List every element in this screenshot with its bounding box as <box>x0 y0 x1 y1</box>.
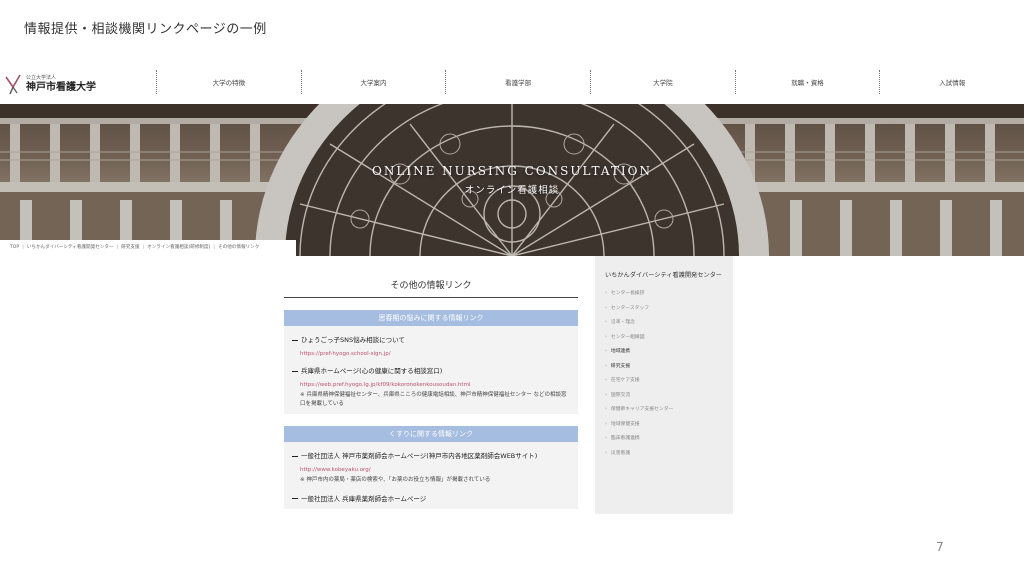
sidebar-item-label: 国際交流 <box>610 392 631 398</box>
hero-title: ONLINE NURSING CONSULTATION <box>372 164 652 178</box>
link-entry: 一般社団法人 神戸市薬剤師会ホームページ(神戸市内各地区薬剤師会WEBサイト) … <box>284 442 578 485</box>
chevron-right-icon: › <box>605 436 607 441</box>
sidebar-item-org-chart[interactable]: › センター組織図 <box>605 333 733 348</box>
hero-banner: ONLINE NURSING CONSULTATION オンライン看護相談 <box>0 104 1024 256</box>
entry-title-text: 兵庫県ホームページ(心の健康に関する相談窓口) <box>301 367 443 375</box>
entry-title: ひょうごっ子SNS悩み相談について <box>292 334 570 344</box>
section-medicine-links: くすりに関する情報リンク 一般社団法人 神戸市薬剤師会ホームページ(神戸市内各地… <box>284 426 578 509</box>
sidebar-item-label: センター長挨拶 <box>610 291 645 296</box>
chevron-right-icon: › <box>605 378 607 383</box>
sidebar-item-home-care-support[interactable]: › 在宅ケア支援 <box>605 376 733 391</box>
nav-item-nursing-faculty[interactable]: 看護学部 <box>445 70 590 94</box>
sidebar-list: › センター長挨拶 › センタースタッフ › 沿革・理念 › センター組織図 › 地域連携… <box>595 279 733 463</box>
chevron-right-icon: › <box>605 320 607 325</box>
logo-name-text: 神戸市看護大学 <box>26 81 96 93</box>
sidebar-item-community-health[interactable]: › 地域保健支援 <box>605 420 733 435</box>
sidebar-item-label: 保健師キャリア支援センター <box>610 407 674 412</box>
breadcrumb-online-consultation[interactable]: オンライン看護相談(研修制度) <box>147 245 210 250</box>
sidebar-item-history[interactable]: › 沿革・理念 <box>605 318 733 333</box>
sidebar-item-label: 研究支援 <box>610 363 631 369</box>
breadcrumb-top[interactable]: TOP <box>10 245 19 250</box>
breadcrumb-separator: | <box>142 245 145 250</box>
sidebar-item-label: 地域連携 <box>610 349 631 354</box>
nav-item-features[interactable]: 大学の特徴 <box>156 70 301 94</box>
nav-item-career[interactable]: 就職・資格 <box>734 70 880 94</box>
site-header: 公立大学法人 神戸市看護大学 大学の特徴 大学案内 看護学部 大学院 就職・資格… <box>0 62 1024 104</box>
breadcrumb: TOP | いちかんダイバーシティ看護開発センター | 研究支援 | オンライン看護相談(研… <box>0 240 296 256</box>
chevron-right-icon: › <box>605 392 607 398</box>
breadcrumb-separator: | <box>213 245 215 250</box>
page-number: 7 <box>936 540 944 554</box>
chevron-right-icon: › <box>605 305 607 311</box>
section-header: くすりに関する情報リンク <box>284 426 578 443</box>
breadcrumb-center[interactable]: いちかんダイバーシティ看護開発センター <box>27 245 114 250</box>
sidebar-item-disaster-nursing[interactable]: › 災害看護 <box>605 449 733 464</box>
dash-icon <box>292 370 298 372</box>
sidebar-item-clinical-nursing[interactable]: › 臨床看護連携 <box>605 434 733 449</box>
sidebar-item-label: 在宅ケア支援 <box>610 378 640 383</box>
nav-item-admissions[interactable]: 入試情報 <box>879 70 1024 94</box>
link-entry: ひょうごっ子SNS悩み相談について https://pref-hyogo.sch… <box>284 326 578 357</box>
sidebar-item-international[interactable]: › 国際交流 <box>605 391 733 406</box>
link-entry: 兵庫県ホームページ(心の健康に関する相談窓口) https://web.pref… <box>284 357 578 408</box>
entry-title: 兵庫県ホームページ(心の健康に関する相談窓口) <box>292 365 570 375</box>
chevron-right-icon: › <box>605 334 607 340</box>
entry-note: ※ 兵庫県精神保健福祉センター、兵庫県こころの健康電話相談、神戸市精神保健福祉セ… <box>300 392 567 407</box>
chevron-right-icon: › <box>605 421 607 427</box>
entry-title-text: 一般社団法人 兵庫県薬剤師会ホームページ <box>301 494 427 503</box>
entry-title: 一般社団法人 神戸市薬剤師会ホームページ(神戸市内各地区薬剤師会WEBサイト) <box>292 450 570 460</box>
university-logo[interactable]: 公立大学法人 神戸市看護大学 <box>4 70 154 98</box>
slide-title: 情報提供・相談機関リンクページの一例 <box>24 22 267 37</box>
sidebar-item-label: 沿革・理念 <box>610 320 635 325</box>
dash-icon <box>292 455 298 457</box>
breadcrumb-separator: | <box>22 245 24 250</box>
chevron-right-icon: › <box>605 407 607 412</box>
link-entry: 一般社団法人 兵庫県薬剤師会ホームページ <box>284 485 578 503</box>
logo-mark-icon <box>5 74 21 95</box>
sidebar-item-director-greeting[interactable]: › センター長挨拶 <box>605 289 733 304</box>
sidebar-item-public-health-nurse[interactable]: › 保健師キャリア支援センター <box>605 405 733 420</box>
chevron-right-icon: › <box>605 450 607 456</box>
sidebar-item-label: センタースタッフ <box>610 305 650 311</box>
breadcrumb-separator: | <box>116 245 119 250</box>
sidebar: いちかんダイバーシティ看護開発センター › センター長挨拶 › センタースタッフ ›… <box>595 256 733 514</box>
breadcrumb-current: その他の情報リンク <box>217 245 260 250</box>
entry-title-text: 一般社団法人 神戸市薬剤師会ホームページ(神戸市内各地区薬剤師会WEBサイト) <box>301 452 538 461</box>
breadcrumb-research-support[interactable]: 研究支援 <box>121 245 139 250</box>
main-content: その他の情報リンク 思春期の悩みに関する情報リンク ひょうごっ子SNS悩み相談に… <box>284 256 578 514</box>
main-nav: 大学の特徴 大学案内 看護学部 大学院 就職・資格 入試情報 <box>156 70 1024 94</box>
nav-item-graduate-school[interactable]: 大学院 <box>590 70 735 94</box>
entry-note: ※ 神戸市内の薬局・薬店の検索や、「お薬のお役立ち情報」が掲載されている <box>300 477 491 484</box>
chevron-right-icon: › <box>605 291 607 296</box>
hero-building-illustration <box>0 104 1024 256</box>
section-header: 思春期の悩みに関する情報リンク <box>284 310 578 326</box>
page-heading: その他の情報リンク <box>284 278 578 298</box>
section-adolescent-links: 思春期の悩みに関する情報リンク ひょうごっ子SNS悩み相談について https:… <box>284 310 578 415</box>
chevron-right-icon: › <box>605 363 607 369</box>
nav-item-about[interactable]: 大学案内 <box>300 70 446 94</box>
sidebar-item-label: 災害看護 <box>610 450 631 456</box>
sidebar-item-label: センター組織図 <box>610 334 645 340</box>
sidebar-item-staff[interactable]: › センタースタッフ <box>605 304 733 319</box>
hero-subtitle: オンライン看護相談 <box>464 185 560 196</box>
entry-url-link[interactable]: http://www.kobeyaku.org/ <box>292 467 570 473</box>
sidebar-item-community-partnership[interactable]: › 地域連携 <box>605 347 733 362</box>
entry-title: 一般社団法人 兵庫県薬剤師会ホームページ <box>292 493 570 503</box>
entry-url-link[interactable]: https://web.pref.hyogo.lg.jp/kf09/kokoro… <box>292 382 570 388</box>
sidebar-title: いちかんダイバーシティ看護開発センター <box>605 272 722 279</box>
sidebar-item-label: 臨床看護連携 <box>610 436 640 441</box>
logo-small-text: 公立大学法人 <box>26 74 57 81</box>
chevron-right-icon: › <box>605 349 607 354</box>
sidebar-item-research-support[interactable]: › 研究支援 <box>605 362 733 377</box>
entry-title-text: ひょうごっ子SNS悩み相談について <box>301 336 405 344</box>
sidebar-item-label: 地域保健支援 <box>610 421 640 427</box>
dash-icon <box>292 498 298 500</box>
dash-icon <box>292 339 298 341</box>
